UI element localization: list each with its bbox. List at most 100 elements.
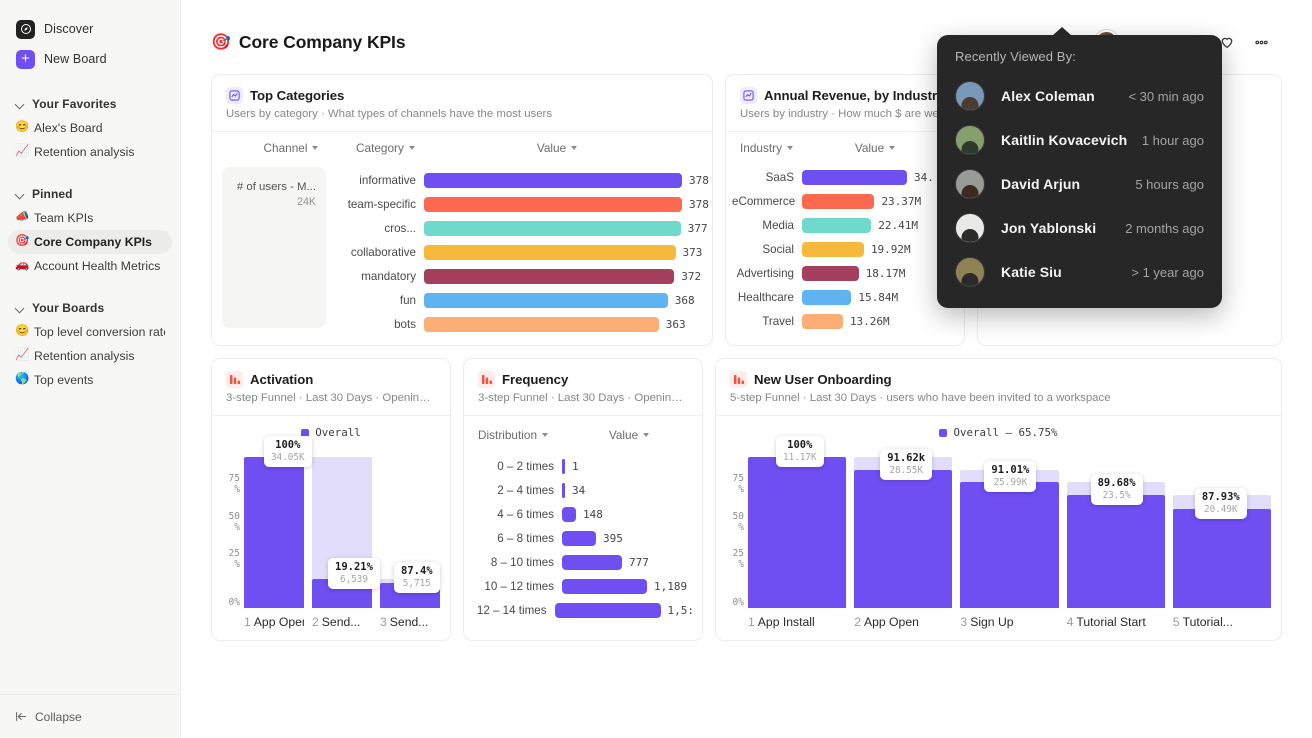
card-frequency[interactable]: Frequency 3-step Funnel · Last 30 Days ·… — [463, 358, 703, 641]
bar-row-label: bots — [394, 317, 416, 331]
viewer-name: Kaitlin Kovacevich — [1001, 132, 1128, 148]
funnel-bar[interactable]: 100% 34.05K — [244, 436, 312, 608]
sidebar-item-new-board[interactable]: + New Board — [12, 44, 168, 74]
step-number: 5 — [1172, 615, 1180, 629]
x-axis-label: 4 Tutorial Start — [1066, 615, 1146, 629]
sidebar-item-account-health-metrics[interactable]: 🚗 Account Health Metrics — [8, 254, 172, 278]
funnel-bar[interactable]: 91.62k 28.55K — [854, 443, 953, 608]
sidebar-section-favorites-header[interactable]: Your Favorites — [0, 92, 180, 116]
more-horizontal-icon — [1255, 40, 1268, 44]
bar-row: team-specific 378 — [332, 192, 709, 216]
funnel-bars-icon — [226, 371, 243, 388]
y-tick: 50% — [732, 510, 744, 533]
x-axis-label: 1 App Install — [748, 615, 815, 629]
sidebar-section-favorites: Your Favorites 😊 Alex's Board 📈 Retentio… — [0, 92, 180, 164]
card-top-categories[interactable]: Top Categories Users by category · What … — [211, 74, 713, 346]
viewer-time: < 30 min ago — [1128, 88, 1204, 104]
bar — [562, 578, 647, 594]
funnel-bar[interactable]: 87.4% 5,715 — [380, 443, 440, 608]
emoji-icon: 📈 — [15, 349, 30, 362]
bar-row: SaaS 34. — [732, 165, 956, 189]
bar-row: 0 – 2 times 1 — [470, 454, 694, 478]
card-subtitle: 5-step Funnel · Last 30 Days · users who… — [730, 392, 1111, 404]
sidebar-item-label: Alex's Board — [34, 121, 103, 135]
recently-viewed-row[interactable]: Katie Siu > 1 year ago — [955, 250, 1204, 294]
sidebar-section-your-boards-header[interactable]: Your Boards — [0, 296, 180, 320]
sidebar-item-team-kpis[interactable]: 📣 Team KPIs — [8, 206, 172, 230]
bar-value: 1,189 — [654, 579, 688, 593]
bar-value: 23.37M — [881, 194, 922, 208]
x-axis-label: 2 App Open — [854, 615, 919, 629]
sidebar-item-discover[interactable]: Discover — [12, 14, 168, 44]
chart-activation: 0% 25% 50% 75% 100% 34.05K 19.21% 6,539 87.4% 5,… — [212, 436, 450, 608]
tooltip-primary: 87.4% — [401, 564, 433, 577]
funnel-bar[interactable]: 91.01% 25.99K — [960, 443, 1059, 608]
column-header-category[interactable]: Category — [356, 141, 476, 155]
funnel-bar[interactable]: 19.21% 6,539 — [312, 443, 380, 608]
chevron-down-icon — [408, 146, 415, 150]
funnel-bar[interactable]: 87.93% 20.49K — [1172, 443, 1272, 608]
card-title: New User Onboarding — [754, 372, 892, 387]
sidebar-item-retention-analysis-fav[interactable]: 📈 Retention analysis — [8, 140, 172, 164]
viewer-time: 1 hour ago — [1141, 132, 1204, 148]
bar-value: 19.92M — [870, 242, 911, 256]
x-axis-labels: 1 App Install 2 App Open 3 Sign Up 4 Tutorial S… — [716, 608, 1281, 629]
tooltip-secondary: 28.55K — [889, 464, 923, 476]
card-subtitle: Users by category · What types of channe… — [226, 108, 553, 120]
sidebar-item-top-level-conversion-rates[interactable]: 😊 Top level conversion rates — [8, 320, 172, 344]
bar-row: mandatory 372 — [332, 264, 709, 288]
bar-track: 363 — [424, 316, 709, 332]
funnel-bar[interactable]: 89.68% 23.5% — [1066, 443, 1165, 608]
sidebar-item-label: Top level conversion rates — [34, 325, 165, 339]
recently-viewed-row[interactable]: David Arjun 5 hours ago — [955, 162, 1204, 206]
bar-track: 34 — [562, 482, 694, 498]
column-headers: Distribution Value — [464, 416, 702, 448]
column-header-industry[interactable]: Industry — [740, 141, 820, 155]
viewer-name: David Arjun — [1001, 176, 1081, 192]
sidebar-section-pinned-header[interactable]: Pinned — [0, 182, 180, 206]
avatar — [955, 125, 985, 155]
avatar — [955, 213, 985, 243]
funnel-bar[interactable]: 100% 11.17K — [748, 436, 847, 608]
card-header: New User Onboarding 5-step Funnel · Last… — [716, 359, 1281, 415]
line-chart-icon — [226, 87, 243, 104]
bar-row: 2 – 4 times 34 — [470, 478, 694, 502]
sidebar-item-alexs-board[interactable]: 😊 Alex's Board — [8, 116, 172, 140]
bar-track: 777 — [562, 554, 694, 570]
bar-value: 372 — [681, 269, 702, 283]
column-header-channel[interactable]: Channel — [226, 141, 356, 155]
channel-panel-title: # of users - M... — [236, 181, 316, 193]
column-header-value[interactable]: Value — [588, 428, 688, 442]
card-new-user-onboarding[interactable]: New User Onboarding 5-step Funnel · Last… — [715, 358, 1282, 641]
card-activation[interactable]: Activation 3-step Funnel · Last 30 Days … — [211, 358, 451, 641]
bar-track: 372 — [424, 268, 709, 284]
column-header-label: Value — [608, 428, 639, 442]
column-headers: Industry Value — [726, 132, 964, 161]
sidebar-item-retention-analysis-board[interactable]: 📈 Retention analysis — [8, 344, 172, 368]
bar — [802, 241, 864, 257]
bar-value: 395 — [603, 531, 623, 545]
legend-label: Overall – 65.75% — [953, 426, 1058, 439]
sidebar-section-pinned-title: Pinned — [32, 187, 73, 201]
bar — [424, 244, 676, 260]
y-tick: 0% — [732, 597, 744, 608]
recently-viewed-row[interactable]: Alex Coleman < 30 min ago — [955, 74, 1204, 118]
column-header-distribution[interactable]: Distribution — [478, 428, 588, 442]
funnel-bar-tooltip: 19.21% 6,539 — [328, 558, 380, 589]
column-header-value[interactable]: Value — [476, 141, 698, 155]
more-options-button[interactable] — [1244, 27, 1279, 57]
chevron-down-icon — [542, 433, 549, 437]
column-header-value[interactable]: Value — [820, 141, 950, 155]
sidebar-item-label: Team KPIs — [34, 211, 94, 225]
card-subtitle: 3-step Funnel · Last 30 Days · Opening t… — [478, 392, 688, 404]
bar — [562, 506, 576, 522]
x-axis-label: 2 Send... — [312, 615, 361, 629]
sidebar-item-label: Retention analysis — [34, 349, 135, 363]
sidebar-item-core-company-kpis[interactable]: 🎯 Core Company KPIs — [8, 230, 172, 254]
recently-viewed-row[interactable]: Kaitlin Kovacevich 1 hour ago — [955, 118, 1204, 162]
bar-value: 363 — [665, 317, 686, 331]
collapse-sidebar-button[interactable]: Collapse — [0, 694, 181, 738]
recently-viewed-row[interactable]: Jon Yablonski 2 months ago — [955, 206, 1204, 250]
card-annual-revenue[interactable]: Annual Revenue, by Industry Users by ind… — [725, 74, 965, 346]
sidebar-item-top-events[interactable]: 🌎 Top events — [8, 368, 172, 392]
